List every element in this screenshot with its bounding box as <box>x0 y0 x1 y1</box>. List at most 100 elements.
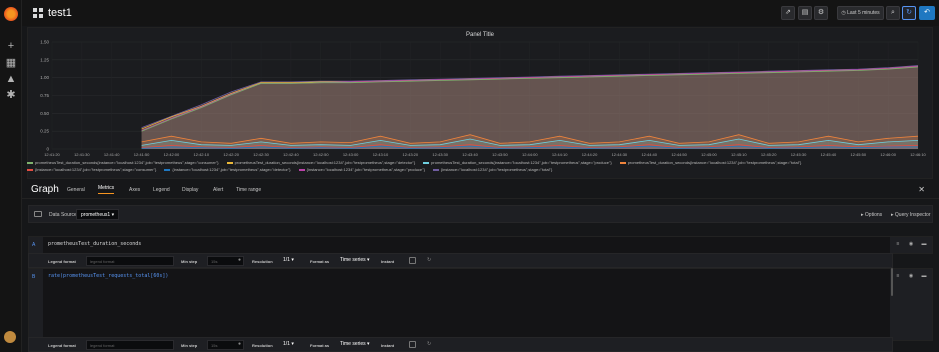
format-as-label: Format as <box>310 259 330 264</box>
legend-item[interactable]: prometheusTest_duration_seconds{instance… <box>619 159 802 166</box>
eye-icon[interactable]: ◉ <box>907 240 915 248</box>
x-tick-label: 12:45:20 <box>761 152 777 157</box>
data-source-label: Data Source <box>49 212 77 218</box>
legend-label: {instance="localhost:1234",job="testprom… <box>306 167 425 172</box>
back-icon[interactable]: ↶ <box>919 6 935 20</box>
options-toggle[interactable]: ▸ Options <box>861 212 882 218</box>
format-as-select[interactable]: Time series ▾ <box>337 256 379 266</box>
dashboard-grid-icon <box>33 8 43 18</box>
x-tick-label: 12:43:10 <box>373 152 389 157</box>
time-range-picker[interactable]: ◷ Last 5 minutes <box>837 6 884 20</box>
min-step-label: Min step <box>181 343 198 348</box>
x-tick-label: 12:43:20 <box>403 152 419 157</box>
plus-icon[interactable]: + <box>5 40 17 52</box>
legend-label: prometheusTest_duration_seconds{instance… <box>35 160 219 165</box>
y-tick-label: 0.75 <box>40 93 49 98</box>
eye-icon[interactable]: ◉ <box>907 272 915 280</box>
y-tick-label: 0.50 <box>40 111 49 116</box>
x-tick-label: 12:44:20 <box>582 152 598 157</box>
y-tick-label: 0 <box>46 147 49 152</box>
query-options-b: Legend format legend format Min step 15s… <box>28 337 893 352</box>
x-tick-label: 12:45:30 <box>791 152 807 157</box>
query-collapse-toggle[interactable]: B <box>29 269 43 340</box>
legend-format-input[interactable]: legend format <box>86 256 174 266</box>
avatar[interactable] <box>4 331 16 343</box>
instant-label: Instant <box>381 343 395 348</box>
legend-item[interactable]: {instance="localhost:1234",job="testprom… <box>27 166 156 173</box>
link-icon[interactable]: ↻ <box>427 341 431 347</box>
info-icon: ● <box>238 257 242 263</box>
x-tick-label: 12:41:20 <box>44 152 60 157</box>
y-tick-label: 1.25 <box>40 57 49 62</box>
resolution-label: Resolution <box>252 343 273 348</box>
tab-time-range[interactable]: Time range <box>236 187 261 193</box>
legend-label: prometheusTest_duration_seconds{instance… <box>431 160 612 165</box>
tab-alert[interactable]: Alert <box>213 187 223 193</box>
data-source-select[interactable]: prometheus1 ▾ <box>76 209 120 220</box>
legend-item[interactable]: {instance="localhost:1234",job="testprom… <box>164 166 291 173</box>
query-expression-editor[interactable]: prometheusTest_duration_seconds <box>48 241 141 247</box>
tab-metrics[interactable]: Metrics <box>98 185 115 194</box>
save-icon[interactable]: ▤ <box>798 6 812 20</box>
query-collapse-toggle[interactable]: A <box>29 237 43 253</box>
menu-icon[interactable]: ≡ <box>894 240 902 248</box>
graph-panel[interactable]: Panel Title 0 0.25 0.50 0.75 1.00 1.25 1.50 12:… <box>27 27 933 179</box>
x-tick-label: 12:42:50 <box>313 152 329 157</box>
legend-item[interactable]: {instance="localhost:1234",job="testprom… <box>298 166 425 173</box>
editor-title: Graph <box>31 184 59 195</box>
x-tick-label: 12:43:50 <box>492 152 508 157</box>
legend-swatch <box>423 161 430 164</box>
instant-checkbox[interactable] <box>409 257 416 264</box>
legend-swatch <box>164 168 171 171</box>
query-row-a: A prometheusTest_duration_seconds ≡ ◉ ▬ <box>28 236 933 254</box>
trash-icon[interactable]: ▬ <box>920 272 928 280</box>
bell-icon[interactable]: ▲ <box>5 73 17 85</box>
x-tick-label: 12:44:50 <box>671 152 687 157</box>
legend-label: prometheusTest_duration_seconds{instance… <box>627 160 802 165</box>
resolution-select[interactable]: 1/1 ▾ <box>280 340 308 350</box>
grafana-logo-icon[interactable] <box>4 7 18 21</box>
close-icon[interactable]: ✕ <box>918 185 925 194</box>
legend-swatch <box>619 161 626 164</box>
tab-legend[interactable]: Legend <box>153 187 170 193</box>
query-row-b: B rate(prometheusTest_requests_total[60s… <box>28 268 933 341</box>
resolution-label: Resolution <box>252 259 273 264</box>
sidebar: + ▦ ▲ ✱ <box>0 0 22 352</box>
dashboard-title[interactable]: test1 <box>48 7 72 19</box>
legend-item[interactable]: {instance="localhost:1234",job="testprom… <box>432 166 552 173</box>
resolution-select[interactable]: 1/1 ▾ <box>280 256 308 266</box>
instant-checkbox[interactable] <box>409 341 416 348</box>
dashboards-icon[interactable]: ▦ <box>5 57 17 69</box>
settings-icon[interactable]: ⚙ <box>814 6 828 20</box>
tab-display[interactable]: Display <box>182 187 198 193</box>
editor-scrollbar[interactable] <box>891 268 893 296</box>
data-source-row: Data Source prometheus1 ▾ ▸ Options ▸ Qu… <box>28 205 933 223</box>
zoom-out-icon[interactable]: ⌕ <box>886 6 900 20</box>
query-expression-editor[interactable]: rate(prometheusTest_requests_total[60s]) <box>48 273 168 279</box>
gear-icon[interactable]: ✱ <box>5 89 17 101</box>
refresh-icon[interactable]: ↻ <box>902 6 916 20</box>
format-as-select[interactable]: Time series ▾ <box>337 340 379 350</box>
x-tick-label: 12:41:40 <box>104 152 120 157</box>
menu-icon[interactable]: ≡ <box>894 272 902 280</box>
legend-item[interactable]: prometheusTest_duration_seconds{instance… <box>27 159 219 166</box>
query-inspector-button[interactable]: ▸ Query Inspector <box>891 212 930 218</box>
trash-icon[interactable]: ▬ <box>920 240 928 248</box>
tab-general[interactable]: General <box>67 187 85 193</box>
link-icon[interactable]: ↻ <box>427 257 431 263</box>
legend-swatch <box>27 168 33 171</box>
share-icon[interactable]: ⇗ <box>781 6 795 20</box>
x-tick-label: 12:44:40 <box>641 152 657 157</box>
graph-chart[interactable]: 0 0.25 0.50 0.75 1.00 1.25 1.50 12:41:20 12:41:3… <box>28 28 934 158</box>
y-tick-label: 1.50 <box>40 40 49 45</box>
grafana-app: + ▦ ▲ ✱ test1 ⇗ ▤ ⚙ ◷ Last 5 minutes ⌕ ↻… <box>0 0 939 352</box>
time-range-label: Last 5 minutes <box>847 10 880 16</box>
top-navbar: test1 ⇗ ▤ ⚙ ◷ Last 5 minutes ⌕ ↻ ↶ <box>22 0 939 26</box>
legend-item[interactable]: prometheusTest_duration_seconds{instance… <box>226 159 415 166</box>
legend-format-label: Legend format <box>48 259 76 264</box>
query-letter: B <box>32 274 36 280</box>
tab-axes[interactable]: Axes <box>129 187 140 193</box>
legend-format-input[interactable]: legend format <box>86 340 174 350</box>
legend-item[interactable]: prometheusTest_duration_seconds{instance… <box>423 159 612 166</box>
editor-tab-bar: Graph General Metrics Axes Legend Displa… <box>22 181 939 199</box>
